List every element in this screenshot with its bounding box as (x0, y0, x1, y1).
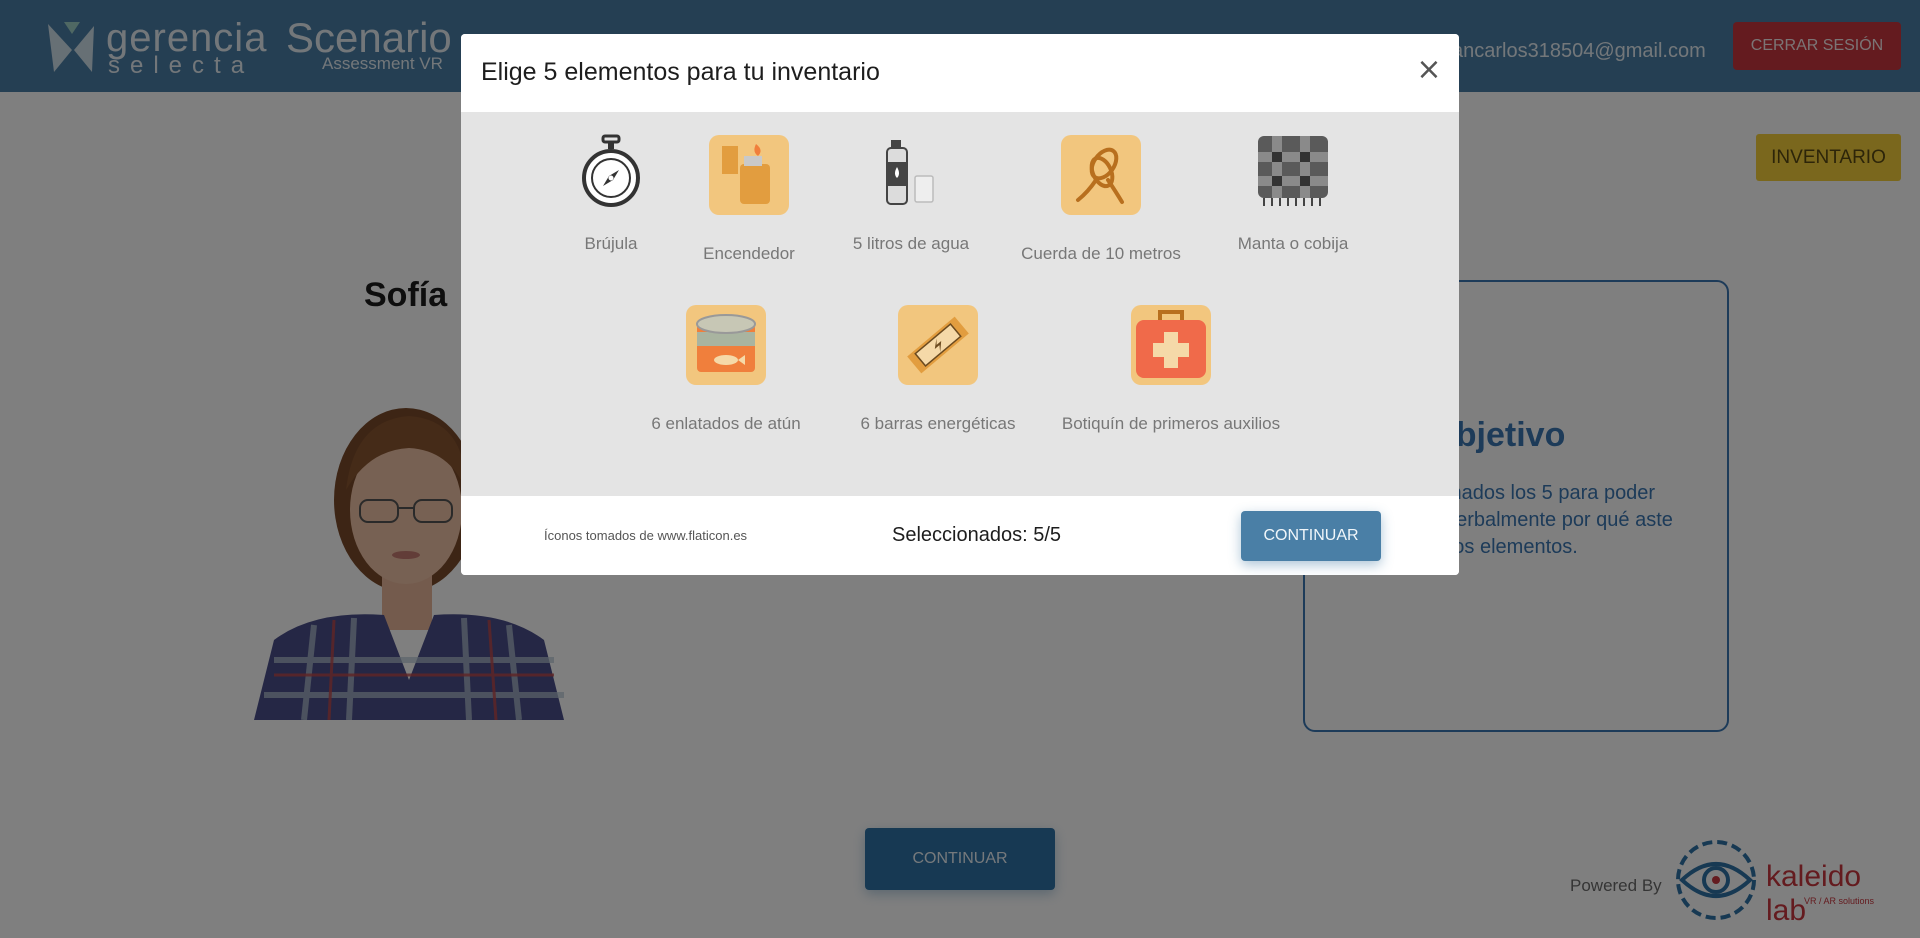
blanket-icon (1258, 136, 1328, 206)
modal-header: Elige 5 elementos para tu inventario × (461, 34, 1459, 112)
selection-counter: Seleccionados: 5/5 (892, 524, 1062, 546)
energy-bar-icon (898, 305, 978, 385)
close-icon[interactable]: × (1413, 52, 1445, 88)
water-bottle-icon (886, 140, 934, 205)
compass-icon (582, 134, 640, 207)
item-label: 6 barras energéticas (860, 414, 1016, 433)
inventory-item-tuna[interactable]: 6 enlatados de atún (641, 304, 811, 444)
item-label: Brújula (584, 234, 638, 253)
item-label: Cuerda de 10 metros (1021, 244, 1181, 263)
inventory-item-first-aid[interactable]: Botiquín de primeros auxilios (1061, 304, 1281, 444)
item-label: 6 enlatados de atún (651, 414, 801, 433)
item-label: 5 litros de agua (852, 234, 970, 253)
item-label: Botiquín de primeros auxilios (1061, 414, 1281, 433)
inventory-item-compass[interactable]: Brújula (541, 134, 681, 264)
inventory-item-lighter[interactable]: Encendedor (679, 134, 819, 274)
item-label: Encendedor (703, 244, 795, 263)
inventory-item-blanket[interactable]: Manta o cobija (1213, 134, 1373, 264)
first-aid-kit-icon (1131, 305, 1211, 385)
inventory-item-rope[interactable]: Cuerda de 10 metros (1001, 134, 1201, 274)
inventory-item-energy-bar[interactable]: 6 barras energéticas (843, 304, 1033, 444)
items-grid: Brújula Encendedor 5 litros de agua Cuer… (461, 112, 1459, 496)
continue-button-modal[interactable]: CONTINUAR (1241, 511, 1381, 561)
inventory-item-water[interactable]: 5 litros de agua (841, 134, 981, 264)
rope-icon (1061, 135, 1141, 215)
item-label: Manta o cobija (1237, 234, 1349, 253)
lighter-icon (709, 135, 789, 215)
icon-credit: Íconos tomados de www.flaticon.es (544, 528, 748, 543)
tuna-can-icon (686, 305, 766, 385)
inventory-modal: Elige 5 elementos para tu inventario × B… (461, 34, 1459, 575)
modal-title: Elige 5 elementos para tu inventario (481, 58, 880, 86)
